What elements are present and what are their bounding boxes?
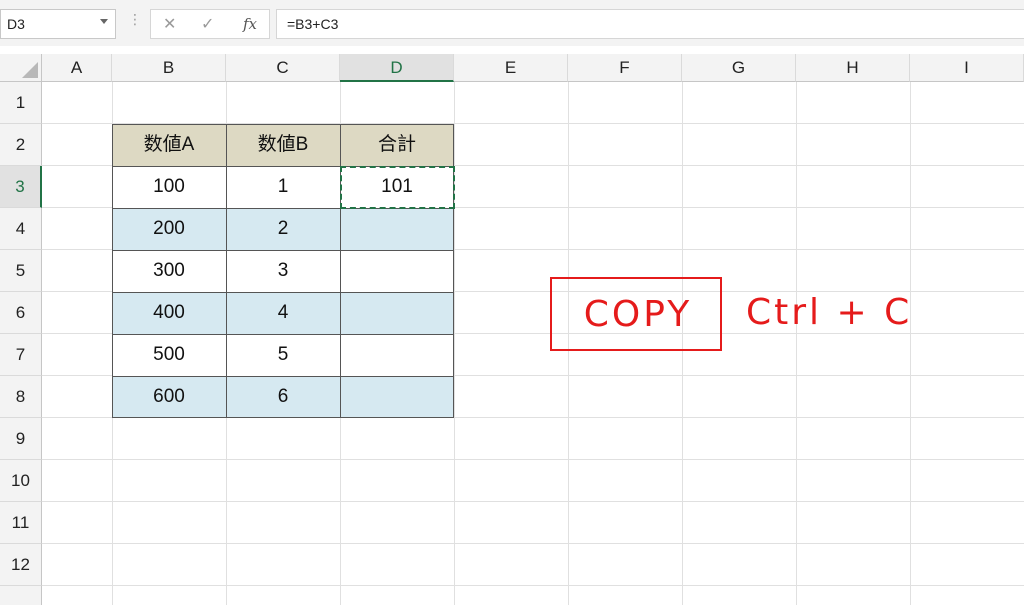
table-border [112, 334, 454, 335]
row-header-8[interactable]: 8 [0, 376, 42, 418]
table-border [112, 250, 454, 251]
table-border [112, 417, 454, 418]
table-border [226, 124, 227, 418]
copy-label: COPY [583, 294, 693, 335]
table-border [112, 292, 454, 293]
column-header-d[interactable]: D [340, 54, 454, 82]
table-cell[interactable]: 4 [226, 292, 340, 334]
table-cell[interactable] [340, 250, 454, 292]
enter-icon[interactable]: ✓ [201, 14, 214, 33]
formula-input[interactable]: =B3+C3 [276, 9, 1024, 39]
table-cell[interactable]: 100 [112, 166, 226, 208]
column-header-h[interactable]: H [796, 54, 910, 82]
table-cell[interactable]: 5 [226, 334, 340, 376]
table-cell[interactable]: 400 [112, 292, 226, 334]
name-box-value: D3 [7, 16, 25, 32]
row-header-3[interactable]: 3 [0, 166, 42, 208]
formula-text: =B3+C3 [287, 16, 339, 32]
grip-icon[interactable]: ⋮ [128, 12, 142, 28]
table-cell[interactable]: 500 [112, 334, 226, 376]
table-border [453, 124, 454, 418]
row-header-7[interactable]: 7 [0, 334, 42, 376]
column-header-i[interactable]: I [910, 54, 1024, 82]
table-border [112, 166, 454, 167]
table-border [112, 376, 454, 377]
table-cell[interactable] [340, 334, 454, 376]
row-header-12[interactable]: 12 [0, 544, 42, 586]
row-header-6[interactable]: 6 [0, 292, 42, 334]
row-header-11[interactable]: 11 [0, 502, 42, 544]
table-cell[interactable] [340, 208, 454, 250]
select-all-button[interactable] [0, 54, 42, 82]
select-all-icon [22, 62, 38, 78]
table-cell[interactable]: 2 [226, 208, 340, 250]
row-header-10[interactable]: 10 [0, 460, 42, 502]
row-header-5[interactable]: 5 [0, 250, 42, 292]
row-header-2[interactable]: 2 [0, 124, 42, 166]
column-header-f[interactable]: F [568, 54, 682, 82]
column-header-a[interactable]: A [42, 54, 112, 82]
row-header-4[interactable]: 4 [0, 208, 42, 250]
cancel-icon[interactable]: ✕ [163, 14, 176, 33]
row-header-9[interactable]: 9 [0, 418, 42, 460]
shortcut-label: Ctrl + C [746, 292, 913, 333]
table-cell[interactable]: 600 [112, 376, 226, 418]
table-cell[interactable]: 1 [226, 166, 340, 208]
table-header-cell[interactable]: 数値B [226, 124, 340, 166]
table-cell[interactable]: 300 [112, 250, 226, 292]
table-header-cell[interactable]: 数値A [112, 124, 226, 166]
table-border [112, 124, 113, 418]
column-header-b[interactable]: B [112, 54, 226, 82]
table-cell[interactable] [340, 376, 454, 418]
copy-label-box: COPY [550, 277, 722, 351]
insert-function-icon[interactable]: fx [243, 15, 257, 33]
column-header-e[interactable]: E [454, 54, 568, 82]
table-border [112, 208, 454, 209]
table-cell[interactable]: 6 [226, 376, 340, 418]
name-box[interactable]: D3 [0, 9, 116, 39]
table-cell[interactable] [340, 292, 454, 334]
column-header-c[interactable]: C [226, 54, 340, 82]
table-border [340, 124, 341, 418]
row-header-1[interactable]: 1 [0, 82, 42, 124]
table-cell[interactable]: 3 [226, 250, 340, 292]
chevron-down-icon[interactable] [100, 19, 108, 24]
table-cell[interactable]: 200 [112, 208, 226, 250]
formula-buttons: ✕ ✓ fx [150, 9, 270, 39]
table-header-cell[interactable]: 合計 [340, 124, 454, 166]
column-header-g[interactable]: G [682, 54, 796, 82]
table-border [112, 124, 454, 125]
table-cell[interactable]: 101 [340, 166, 454, 208]
formula-bar: D3 ⋮ ✕ ✓ fx =B3+C3 [0, 0, 1024, 46]
